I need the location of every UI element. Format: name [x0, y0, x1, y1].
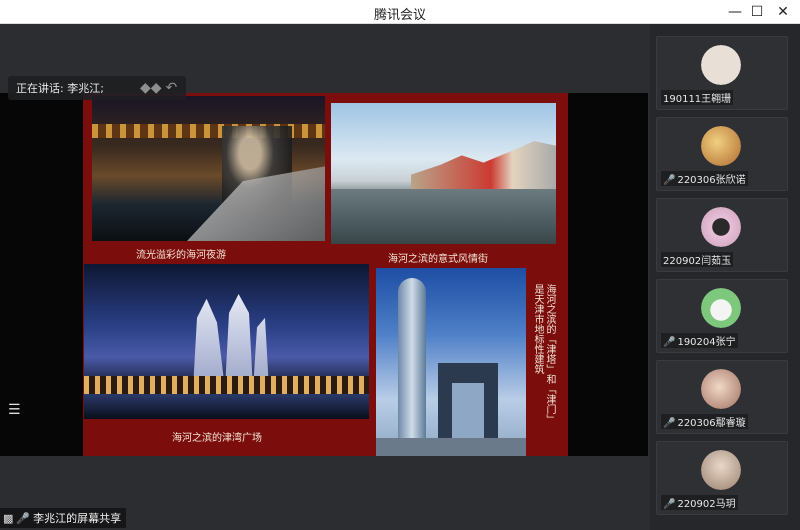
- participant-name: 🎤 190204张宁: [661, 333, 738, 348]
- mic-muted-icon: 🎤: [663, 499, 676, 510]
- photo-night-cruise: [92, 96, 325, 241]
- participant-name: 🎤 220306张欣诺: [661, 171, 748, 186]
- speaker-label: 正在讲话: 李兆江;: [16, 82, 104, 95]
- participant-name: 🎤 220306鄢睿璇: [661, 414, 748, 429]
- avatar: [701, 450, 741, 490]
- window-title: 腾讯会议: [373, 8, 426, 23]
- avatar: [701, 126, 741, 166]
- participant-name: 220902闫茹玉: [661, 252, 734, 267]
- caption-night-cruise: 流光溢彩的海河夜游: [136, 250, 226, 261]
- participant-tile[interactable]: 🎤 220902马玥: [656, 441, 788, 515]
- avatar: [701, 45, 741, 85]
- caption-jin-tower-2: 是天津市地标性建筑: [532, 284, 543, 374]
- avatar: [701, 369, 741, 409]
- screen-share-icon: ▩: [3, 511, 14, 525]
- photo-jin-tower: [376, 268, 526, 456]
- participant-name: 190111王翱珊: [661, 90, 734, 105]
- avatar: [701, 288, 741, 328]
- participant-tile[interactable]: 🎤 220306鄢睿璇: [656, 360, 788, 434]
- diamond-icon[interactable]: ◆◆: [140, 80, 162, 96]
- participant-tile[interactable]: 220902闫茹玉: [656, 198, 788, 272]
- undo-icon[interactable]: ↶: [166, 80, 178, 96]
- photo-jinwan-plaza: [84, 264, 369, 419]
- caption-jinwan-plaza: 海河之滨的津湾广场: [172, 433, 262, 444]
- mic-muted-icon: 🎤: [663, 337, 676, 348]
- mic-muted-icon: 🎤: [663, 175, 676, 186]
- caption-italian-street: 海河之滨的意式风情街: [388, 254, 488, 265]
- participant-tile[interactable]: 🎤 190204张宁: [656, 279, 788, 353]
- share-status-bar: ▩ 🎤 李兆江的屏幕共享: [0, 508, 126, 528]
- avatar: [701, 207, 741, 247]
- maximize-icon[interactable]: ☐: [744, 2, 770, 22]
- title-bar: 腾讯会议 — ☐ ✕: [0, 0, 800, 24]
- list-icon[interactable]: ☰: [8, 402, 28, 418]
- photo-italian-street: [331, 103, 556, 244]
- meeting-window: 腾讯会议 — ☐ ✕ 流光溢彩的海河夜游 海河之滨的意式风情街 海河之滨的津湾广…: [0, 0, 800, 530]
- close-icon[interactable]: ✕: [770, 2, 796, 22]
- share-label: 李兆江的屏幕共享: [33, 512, 122, 525]
- mic-muted-icon: 🎤: [663, 418, 676, 429]
- participant-name: 🎤 220902马玥: [661, 495, 738, 510]
- caption-jin-tower-1: 海河之滨的「津塔」和「津门」: [544, 284, 555, 424]
- speaker-actions: ◆◆ ↶: [140, 80, 177, 96]
- mic-icon: 🎤: [16, 511, 31, 525]
- participant-tile[interactable]: 🎤 220306张欣诺: [656, 117, 788, 191]
- speaker-indicator: 正在讲话: 李兆江; ◆◆ ↶: [8, 76, 186, 100]
- participant-tile[interactable]: 190111王翱珊: [656, 36, 788, 110]
